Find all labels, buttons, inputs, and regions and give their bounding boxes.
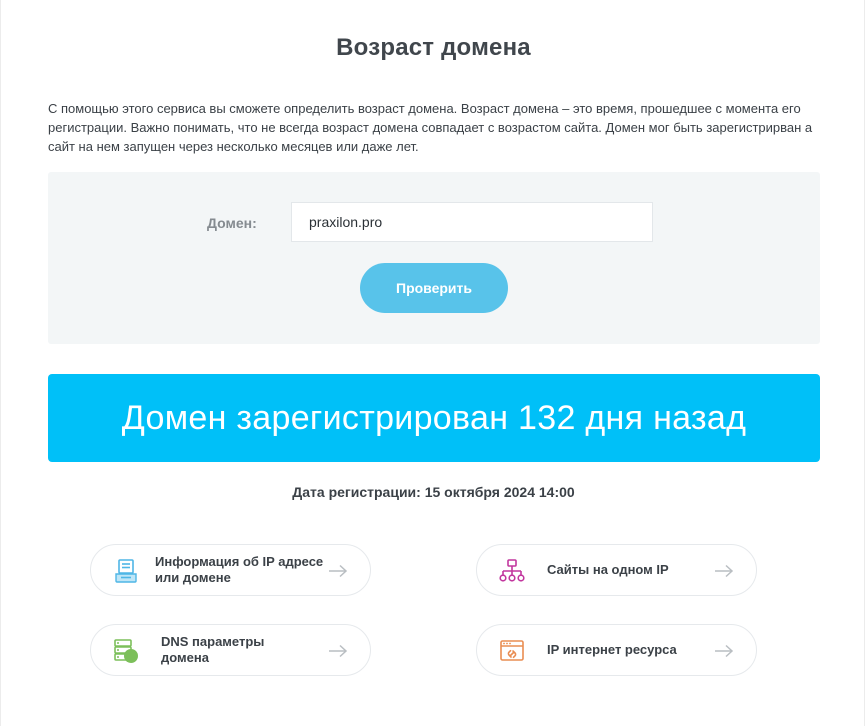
intro-text: С помощью этого сервиса вы сможете опред…: [48, 101, 813, 154]
tool-card-label: Сайты на одном IP: [547, 562, 669, 577]
arrow-right-icon: [329, 564, 348, 578]
check-button[interactable]: Проверить: [360, 263, 508, 313]
tool-card-label: DNS параметры домена: [161, 634, 265, 665]
tool-card-same-ip[interactable]: Сайты на одном IP: [476, 544, 757, 596]
dns-server-icon: [114, 639, 138, 663]
network-tree-icon: [499, 559, 525, 582]
domain-input[interactable]: [291, 202, 653, 242]
domain-check-form: Домен: Проверить: [48, 172, 820, 344]
browser-link-icon: [500, 640, 524, 661]
registration-date: Дата регистрации: 15 октября 2024 14:00: [292, 484, 575, 500]
tool-card-dns[interactable]: DNS параметры домена: [90, 624, 371, 676]
tool-card-label: Информация об IP адресе или домене: [155, 554, 324, 585]
result-banner: Домен зарегистрирован 132 дня назад: [48, 374, 820, 462]
arrow-right-icon: [715, 644, 734, 658]
page-title: Возраст домена: [336, 34, 531, 61]
tool-card-ip-resource[interactable]: IP интернет ресурса: [476, 624, 757, 676]
tool-card-label: IP интернет ресурса: [547, 642, 677, 657]
server-info-icon: [115, 559, 137, 583]
domain-label: Домен:: [207, 215, 257, 231]
arrow-right-icon: [715, 564, 734, 578]
tool-card-ip-info[interactable]: Информация об IP адресе или домене: [90, 544, 371, 596]
arrow-right-icon: [329, 644, 348, 658]
